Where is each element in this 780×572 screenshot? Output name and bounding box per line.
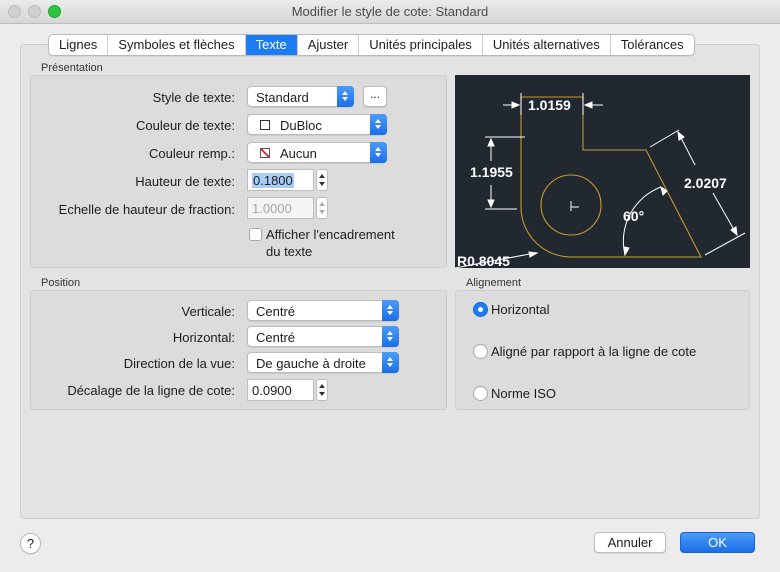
help-button[interactable]: ? <box>20 533 41 554</box>
tab-symboles-fleches[interactable]: Symboles et flèches <box>108 35 246 55</box>
ok-button[interactable]: OK <box>680 532 755 553</box>
frame-text-checkbox[interactable] <box>249 228 262 241</box>
color-swatch-icon <box>260 120 270 130</box>
horizontal-value: Centré <box>256 330 296 345</box>
dim-radius-text: R0.8045 <box>457 253 510 268</box>
vertical-select[interactable]: Centré <box>247 300 399 321</box>
position-group-title: Position <box>41 277 81 289</box>
fraction-scale-label: Echelle de hauteur de fraction: <box>58 202 235 217</box>
tab-unites-alternatives[interactable]: Unités alternatives <box>483 35 611 55</box>
view-direction-label: Direction de la vue: <box>123 356 235 371</box>
tab-bar: Lignes Symboles et flèches Texte Ajuster… <box>48 34 695 56</box>
cancel-button[interactable]: Annuler <box>594 532 666 553</box>
tab-lignes[interactable]: Lignes <box>49 35 109 55</box>
fraction-scale-input[interactable]: 1.0000 <box>247 197 314 219</box>
align-dimension-line-radio[interactable] <box>473 344 488 359</box>
tab-unites-principales[interactable]: Unités principales <box>359 35 483 55</box>
window-title: Modifier le style de cote: Standard <box>291 4 489 19</box>
horizontal-label: Horizontal: <box>172 330 235 345</box>
presentation-group-title: Présentation <box>41 62 103 74</box>
offset-stepper[interactable] <box>316 379 328 401</box>
dialog-window: Modifier le style de cote: Standard Lign… <box>0 0 780 572</box>
align-horizontal-label: Horizontal <box>491 302 550 317</box>
no-color-swatch-icon <box>260 148 270 158</box>
frame-text-label-line2: du texte <box>266 244 313 259</box>
dim-left-text: 1.1955 <box>470 164 513 180</box>
offset-label: Décalage de la ligne de cote: <box>67 383 235 398</box>
select-arrows-icon <box>382 326 399 347</box>
preview-geometry <box>520 96 702 258</box>
alignment-group-title: Alignement <box>466 277 522 289</box>
text-style-value: Standard <box>256 90 309 105</box>
fill-color-value: Aucun <box>280 146 317 161</box>
view-direction-value: De gauche à droite <box>256 356 366 371</box>
select-arrows-icon <box>337 86 354 107</box>
text-color-value: DuBloc <box>280 118 322 133</box>
dim-angle-text: 60° <box>623 208 644 224</box>
fill-color-label: Couleur remp.: <box>149 146 235 161</box>
select-arrows-icon <box>382 352 399 373</box>
tab-texte[interactable]: Texte <box>245 35 298 55</box>
dimension-preview: 1.0159 1.1955 2.0207 60° R0.8045 <box>455 75 750 268</box>
select-arrows-icon <box>370 142 387 163</box>
view-direction-select[interactable]: De gauche à droite <box>247 352 399 373</box>
text-height-stepper[interactable] <box>316 169 328 191</box>
align-horizontal-radio[interactable] <box>473 302 488 317</box>
preview-drawing: 1.0159 1.1955 2.0207 60° R0.8045 <box>455 93 746 268</box>
align-iso-label: Norme ISO <box>491 386 557 401</box>
text-style-select[interactable]: Standard <box>247 86 354 107</box>
align-iso-radio[interactable] <box>473 386 488 401</box>
text-color-select[interactable]: DuBloc <box>247 114 387 135</box>
text-height-input[interactable]: 0.1800 <box>247 169 314 191</box>
text-color-label: Couleur de texte: <box>135 118 235 133</box>
text-style-browse-button[interactable]: ... <box>363 86 387 107</box>
text-height-value: 0.1800 <box>252 173 294 188</box>
horizontal-select[interactable]: Centré <box>247 326 399 347</box>
dim-right-text: 2.0207 <box>684 175 727 191</box>
tab-ajuster[interactable]: Ajuster <box>298 35 360 55</box>
frame-text-label-line1: Afficher l'encadrement <box>266 227 395 242</box>
title-bar: Modifier le style de cote: Standard <box>0 0 780 24</box>
vertical-label: Verticale: <box>181 304 235 319</box>
vertical-value: Centré <box>256 304 296 319</box>
offset-input[interactable]: 0.0900 <box>247 379 314 401</box>
fill-color-select[interactable]: Aucun <box>247 142 387 163</box>
text-style-label: Style de texte: <box>152 90 235 105</box>
part-outline <box>520 96 702 258</box>
select-arrows-icon <box>370 114 387 135</box>
align-dimension-line-label: Aligné par rapport à la ligne de cote <box>491 344 697 359</box>
select-arrows-icon <box>382 300 399 321</box>
dim-top-text: 1.0159 <box>528 97 571 113</box>
fraction-scale-stepper[interactable] <box>316 197 328 219</box>
text-height-label: Hauteur de texte: <box>135 174 235 189</box>
tab-tolerances[interactable]: Tolérances <box>611 35 694 55</box>
